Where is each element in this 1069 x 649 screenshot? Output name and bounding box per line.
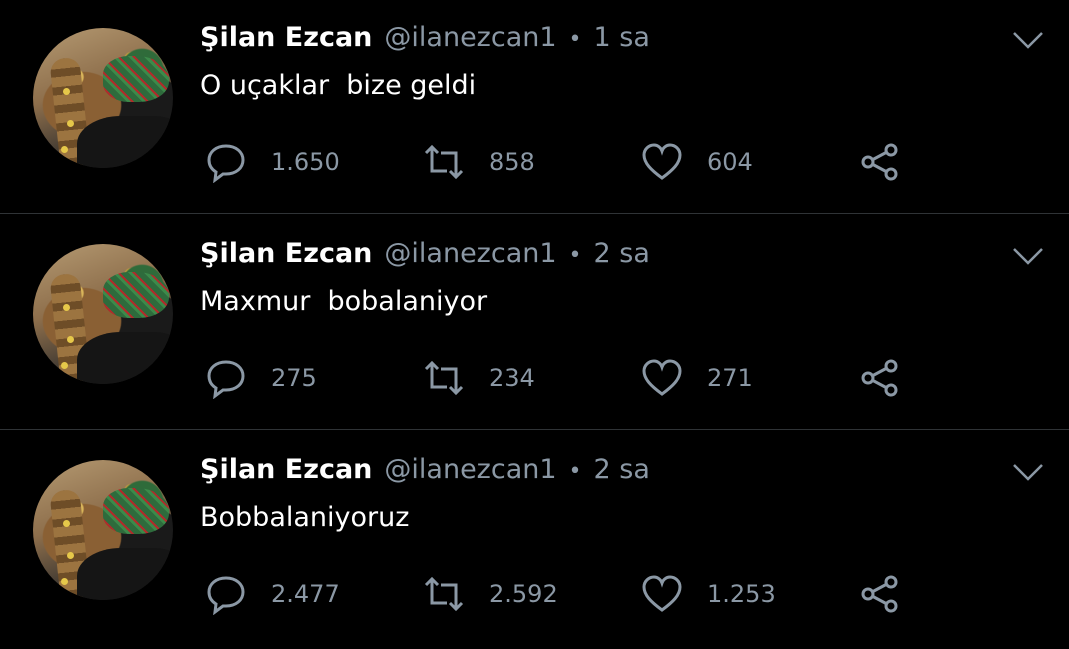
tweet[interactable]: Şilan Ezcan @ilanezcan1 • 1 sa O uçaklar… bbox=[0, 0, 1069, 214]
tweet-feed: Şilan Ezcan @ilanezcan1 • 1 sa O uçaklar… bbox=[0, 0, 1069, 649]
tweet-text: Maxmur bobalaniyor bbox=[200, 286, 488, 317]
separator-dot: • bbox=[568, 459, 582, 484]
author-handle[interactable]: @ilanezcan1 bbox=[384, 238, 556, 269]
tweet-timestamp[interactable]: 2 sa bbox=[594, 454, 650, 485]
author-name[interactable]: Şilan Ezcan bbox=[200, 22, 372, 53]
tweet[interactable]: Şilan Ezcan @ilanezcan1 • 2 sa Maxmur bo… bbox=[0, 216, 1069, 430]
reply-button[interactable]: 2.477 bbox=[205, 570, 340, 618]
tweet-timestamp[interactable]: 1 sa bbox=[594, 22, 650, 53]
share-button[interactable] bbox=[859, 570, 901, 618]
reply-icon bbox=[207, 576, 245, 615]
reply-icon bbox=[207, 360, 245, 399]
tweet[interactable]: Şilan Ezcan @ilanezcan1 • 2 sa Bobbalani… bbox=[0, 432, 1069, 646]
share-button[interactable] bbox=[859, 354, 901, 402]
share-icon bbox=[861, 575, 898, 613]
retweet-icon bbox=[424, 576, 464, 612]
author-handle[interactable]: @ilanezcan1 bbox=[384, 454, 556, 485]
tweet-text: O uçaklar bize geldi bbox=[200, 70, 477, 101]
tweet-text: Bobbalaniyoruz bbox=[200, 502, 410, 533]
reply-count: 275 bbox=[271, 364, 317, 392]
author-name[interactable]: Şilan Ezcan bbox=[200, 238, 372, 269]
share-button[interactable] bbox=[859, 138, 901, 186]
tweet-timestamp[interactable]: 2 sa bbox=[594, 238, 650, 269]
tweet-header: Şilan Ezcan @ilanezcan1 • 2 sa bbox=[200, 454, 650, 494]
avatar[interactable] bbox=[33, 28, 173, 168]
tweet-actions: 1.650 858 604 bbox=[205, 138, 905, 186]
like-button[interactable]: 1.253 bbox=[641, 570, 776, 618]
chevron-down-icon[interactable] bbox=[1012, 246, 1044, 266]
tweet-header: Şilan Ezcan @ilanezcan1 • 2 sa bbox=[200, 238, 650, 278]
like-button[interactable]: 271 bbox=[641, 354, 753, 402]
retweet-icon bbox=[424, 144, 464, 180]
retweet-count: 2.592 bbox=[489, 580, 558, 608]
like-count: 1.253 bbox=[707, 580, 776, 608]
tweet-actions: 275 234 271 bbox=[205, 354, 905, 402]
share-icon bbox=[861, 143, 898, 181]
author-name[interactable]: Şilan Ezcan bbox=[200, 454, 372, 485]
author-handle[interactable]: @ilanezcan1 bbox=[384, 22, 556, 53]
reply-icon bbox=[207, 144, 245, 183]
share-icon bbox=[861, 359, 898, 397]
reply-count: 1.650 bbox=[271, 148, 340, 176]
retweet-icon bbox=[424, 360, 464, 396]
chevron-down-icon[interactable] bbox=[1012, 30, 1044, 50]
like-icon bbox=[642, 359, 682, 396]
reply-button[interactable]: 275 bbox=[205, 354, 317, 402]
separator-dot: • bbox=[568, 27, 582, 52]
separator-dot: • bbox=[568, 243, 582, 268]
retweet-button[interactable]: 858 bbox=[423, 138, 535, 186]
like-count: 604 bbox=[707, 148, 753, 176]
avatar[interactable] bbox=[33, 244, 173, 384]
retweet-button[interactable]: 2.592 bbox=[423, 570, 558, 618]
chevron-down-icon[interactable] bbox=[1012, 462, 1044, 482]
like-icon bbox=[642, 143, 682, 180]
retweet-count: 858 bbox=[489, 148, 535, 176]
like-icon bbox=[642, 575, 682, 612]
retweet-button[interactable]: 234 bbox=[423, 354, 535, 402]
tweet-actions: 2.477 2.592 1.253 bbox=[205, 570, 905, 618]
avatar[interactable] bbox=[33, 460, 173, 600]
reply-button[interactable]: 1.650 bbox=[205, 138, 340, 186]
like-count: 271 bbox=[707, 364, 753, 392]
retweet-count: 234 bbox=[489, 364, 535, 392]
tweet-header: Şilan Ezcan @ilanezcan1 • 1 sa bbox=[200, 22, 650, 62]
reply-count: 2.477 bbox=[271, 580, 340, 608]
like-button[interactable]: 604 bbox=[641, 138, 753, 186]
